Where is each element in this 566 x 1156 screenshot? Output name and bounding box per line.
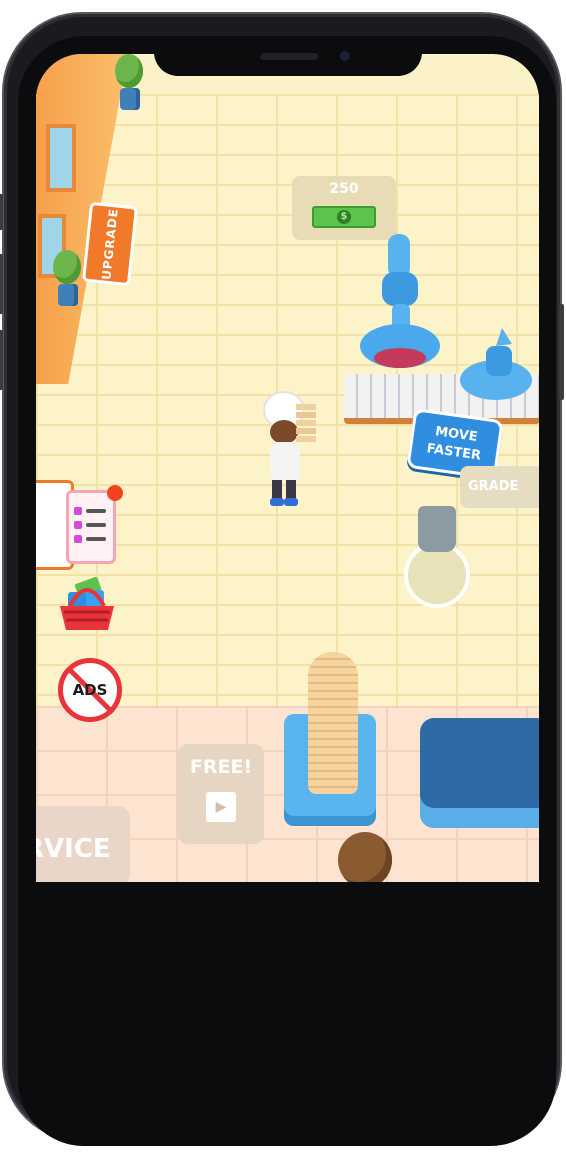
phone-frame: UPGRADE 250 $ MOVE FASTER GRADE ADS FREE… bbox=[0, 14, 564, 1146]
volume-down-button bbox=[0, 330, 3, 390]
dough-machine bbox=[360, 234, 440, 368]
front-camera-icon bbox=[340, 51, 350, 61]
service-label: RVICE bbox=[36, 834, 111, 864]
dollar-bill-icon: $ bbox=[312, 206, 376, 228]
free-label: FREE! bbox=[189, 756, 253, 778]
screen: UPGRADE 250 $ MOVE FASTER GRADE ADS FREE… bbox=[18, 36, 556, 1146]
unlock-price-tile[interactable]: 250 $ bbox=[292, 176, 396, 240]
plate-stack bbox=[308, 652, 358, 794]
no-ads-button[interactable]: ADS bbox=[58, 658, 122, 722]
shop-basket-icon[interactable] bbox=[56, 574, 118, 636]
game-view[interactable]: UPGRADE 250 $ MOVE FASTER GRADE ADS FREE… bbox=[36, 54, 539, 882]
service-counter bbox=[420, 718, 539, 828]
potted-plant bbox=[50, 250, 84, 310]
power-button bbox=[559, 304, 564, 400]
upgrade-tile-partial[interactable]: GRADE bbox=[460, 466, 539, 508]
task-list-icon[interactable] bbox=[66, 485, 123, 564]
notification-dot bbox=[107, 485, 123, 501]
wall-window bbox=[46, 124, 76, 192]
upgrade-sign[interactable]: UPGRADE bbox=[81, 201, 139, 287]
speaker-grille bbox=[260, 53, 318, 60]
camera-notch bbox=[154, 36, 422, 76]
no-ads-label: ADS bbox=[72, 681, 108, 699]
mute-switch bbox=[0, 194, 3, 230]
service-tile[interactable]: RVICE bbox=[36, 806, 130, 882]
chef-character[interactable] bbox=[262, 384, 322, 514]
trash-bin-icon bbox=[418, 506, 456, 552]
upgrade-tile-label: GRADE bbox=[468, 479, 519, 494]
unlock-price: 250 bbox=[329, 181, 359, 197]
dispenser-machine bbox=[460, 328, 532, 400]
customer-character bbox=[338, 832, 392, 882]
video-ad-icon: ▶ bbox=[206, 792, 236, 822]
free-reward-tile[interactable]: FREE! ▶ bbox=[178, 744, 264, 844]
volume-up-button bbox=[0, 254, 3, 314]
upgrade-sign-label: UPGRADE bbox=[99, 207, 121, 281]
potted-plant bbox=[112, 54, 146, 114]
